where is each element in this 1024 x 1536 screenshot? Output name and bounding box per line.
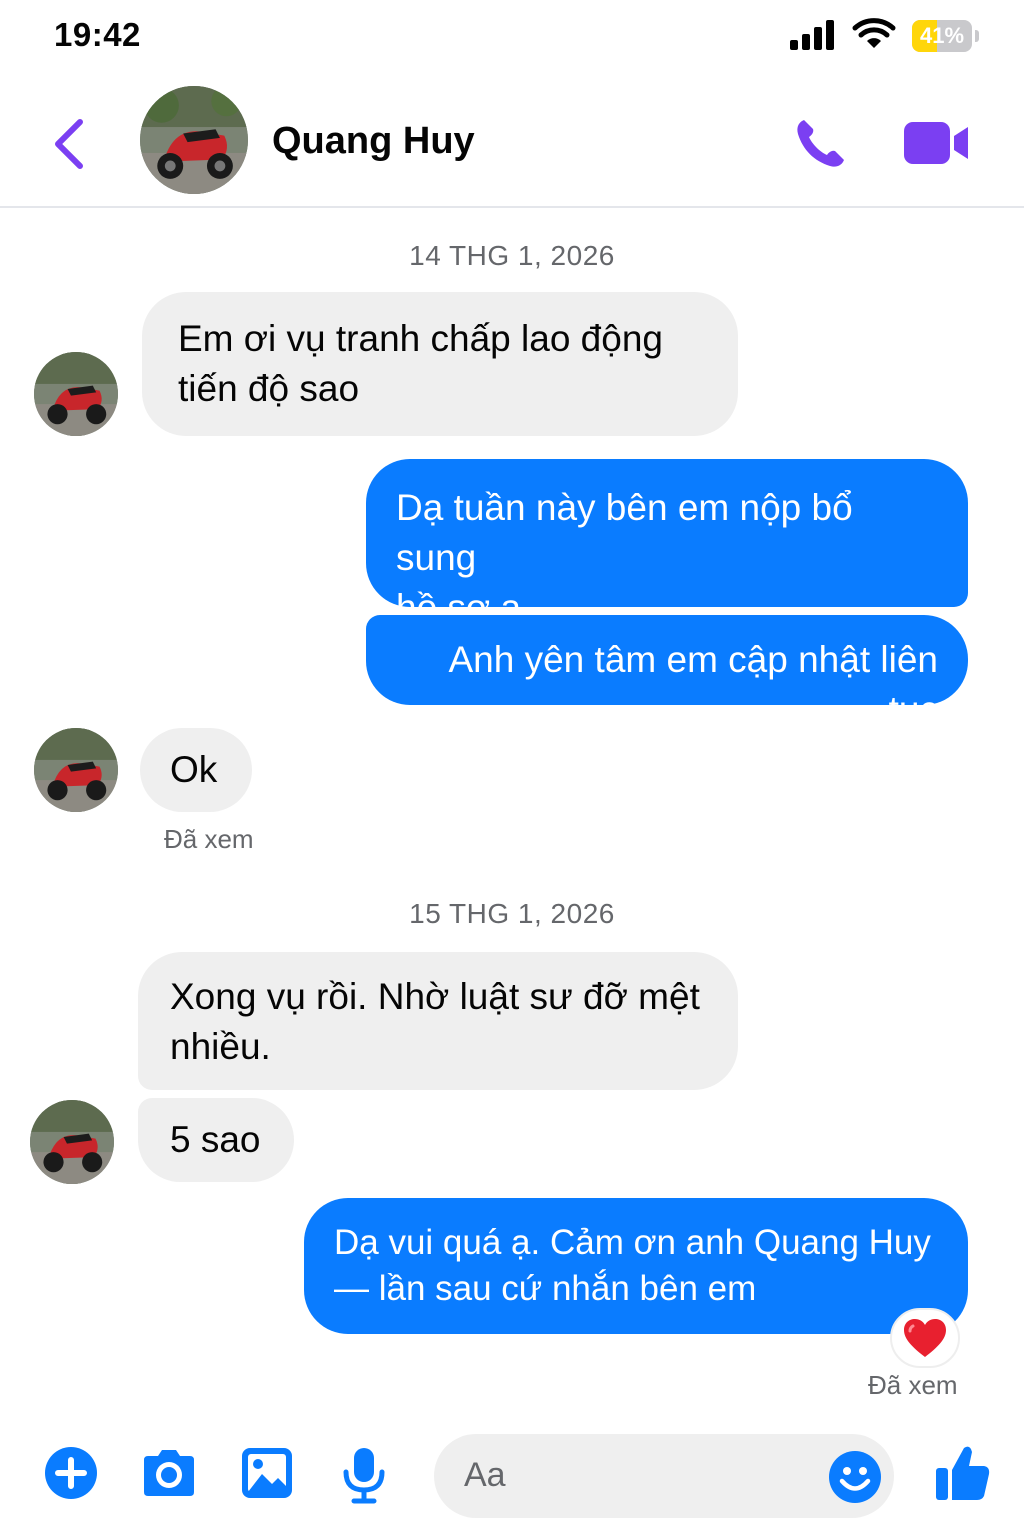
message-line: nhiều. (170, 1026, 271, 1067)
image-icon[interactable] (240, 1446, 294, 1500)
camera-icon[interactable] (140, 1446, 198, 1500)
message-line: Xong vụ rồi. Nhờ luật sư đỡ mệt (170, 976, 700, 1017)
smiley-icon[interactable] (828, 1450, 882, 1504)
sender-avatar[interactable] (30, 1100, 114, 1184)
message-line: Em ơi vụ tranh chấp lao động (178, 318, 663, 359)
incoming-message[interactable]: Ok (140, 728, 252, 812)
contact-name[interactable]: Quang Huy (272, 120, 475, 163)
outgoing-message[interactable]: Dạ tuần này bên em nộp bổ sung hồ sơ ạ (366, 459, 968, 628)
seen-receipt: Đã xem (164, 824, 254, 854)
date-separator: 14 THG 1, 2026 (409, 240, 615, 271)
motorbike-photo-icon (30, 1100, 114, 1184)
seen-receipt: Đã xem (868, 1370, 958, 1400)
back-chevron-icon[interactable] (46, 116, 92, 172)
wifi-icon (852, 18, 896, 48)
thumbs-up-icon[interactable] (934, 1442, 992, 1504)
sender-avatar[interactable] (34, 352, 118, 436)
video-camera-icon[interactable] (904, 120, 970, 166)
message-line: tiến độ sao (178, 368, 360, 409)
incoming-message[interactable]: Xong vụ rồi. Nhờ luật sư đỡ mệt nhiều. (138, 952, 738, 1090)
contact-avatar[interactable] (140, 86, 248, 194)
outgoing-message[interactable]: Dạ vui quá ạ. Cảm ơn anh Quang Huy — lần… (304, 1198, 968, 1334)
message-line: 5 sao (170, 1119, 261, 1160)
message-reaction[interactable] (890, 1308, 960, 1368)
message-line: Ok (170, 749, 218, 790)
cellular-signal-icon (790, 20, 834, 50)
motorbike-photo-icon (34, 352, 118, 436)
battery-percent: 41% (919, 23, 965, 48)
microphone-icon[interactable] (342, 1446, 386, 1504)
phone-icon[interactable] (790, 114, 850, 174)
heart-icon (904, 1319, 946, 1357)
message-input-placeholder: Aa (464, 1456, 506, 1494)
incoming-message[interactable]: Em ơi vụ tranh chấp lao động tiến độ sao (142, 292, 738, 436)
status-time: 19:42 (54, 16, 141, 53)
message-line: — lần sau cứ nhắn bên em (334, 1269, 757, 1308)
battery-icon: 41% (912, 20, 979, 52)
date-separator: 15 THG 1, 2026 (409, 898, 615, 929)
message-line: Dạ vui quá ạ. Cảm ơn anh Quang Huy (334, 1223, 931, 1262)
outgoing-message[interactable]: Anh yên tâm em cập nhật liên tục (366, 615, 968, 730)
plus-icon[interactable] (44, 1446, 98, 1500)
status-bar: 19:42 41% (0, 0, 1024, 80)
message-line: Dạ tuần này bên em nộp bổ sung (396, 487, 853, 578)
chat-header: Quang Huy (0, 80, 1024, 208)
incoming-message[interactable]: 5 sao (138, 1098, 294, 1182)
message-line: Anh yên tâm em cập nhật liên tục (448, 639, 938, 730)
motorbike-photo-icon (34, 728, 118, 812)
motorbike-photo-icon (140, 86, 248, 194)
message-input[interactable]: Aa (434, 1434, 894, 1518)
sender-avatar[interactable] (34, 728, 118, 812)
